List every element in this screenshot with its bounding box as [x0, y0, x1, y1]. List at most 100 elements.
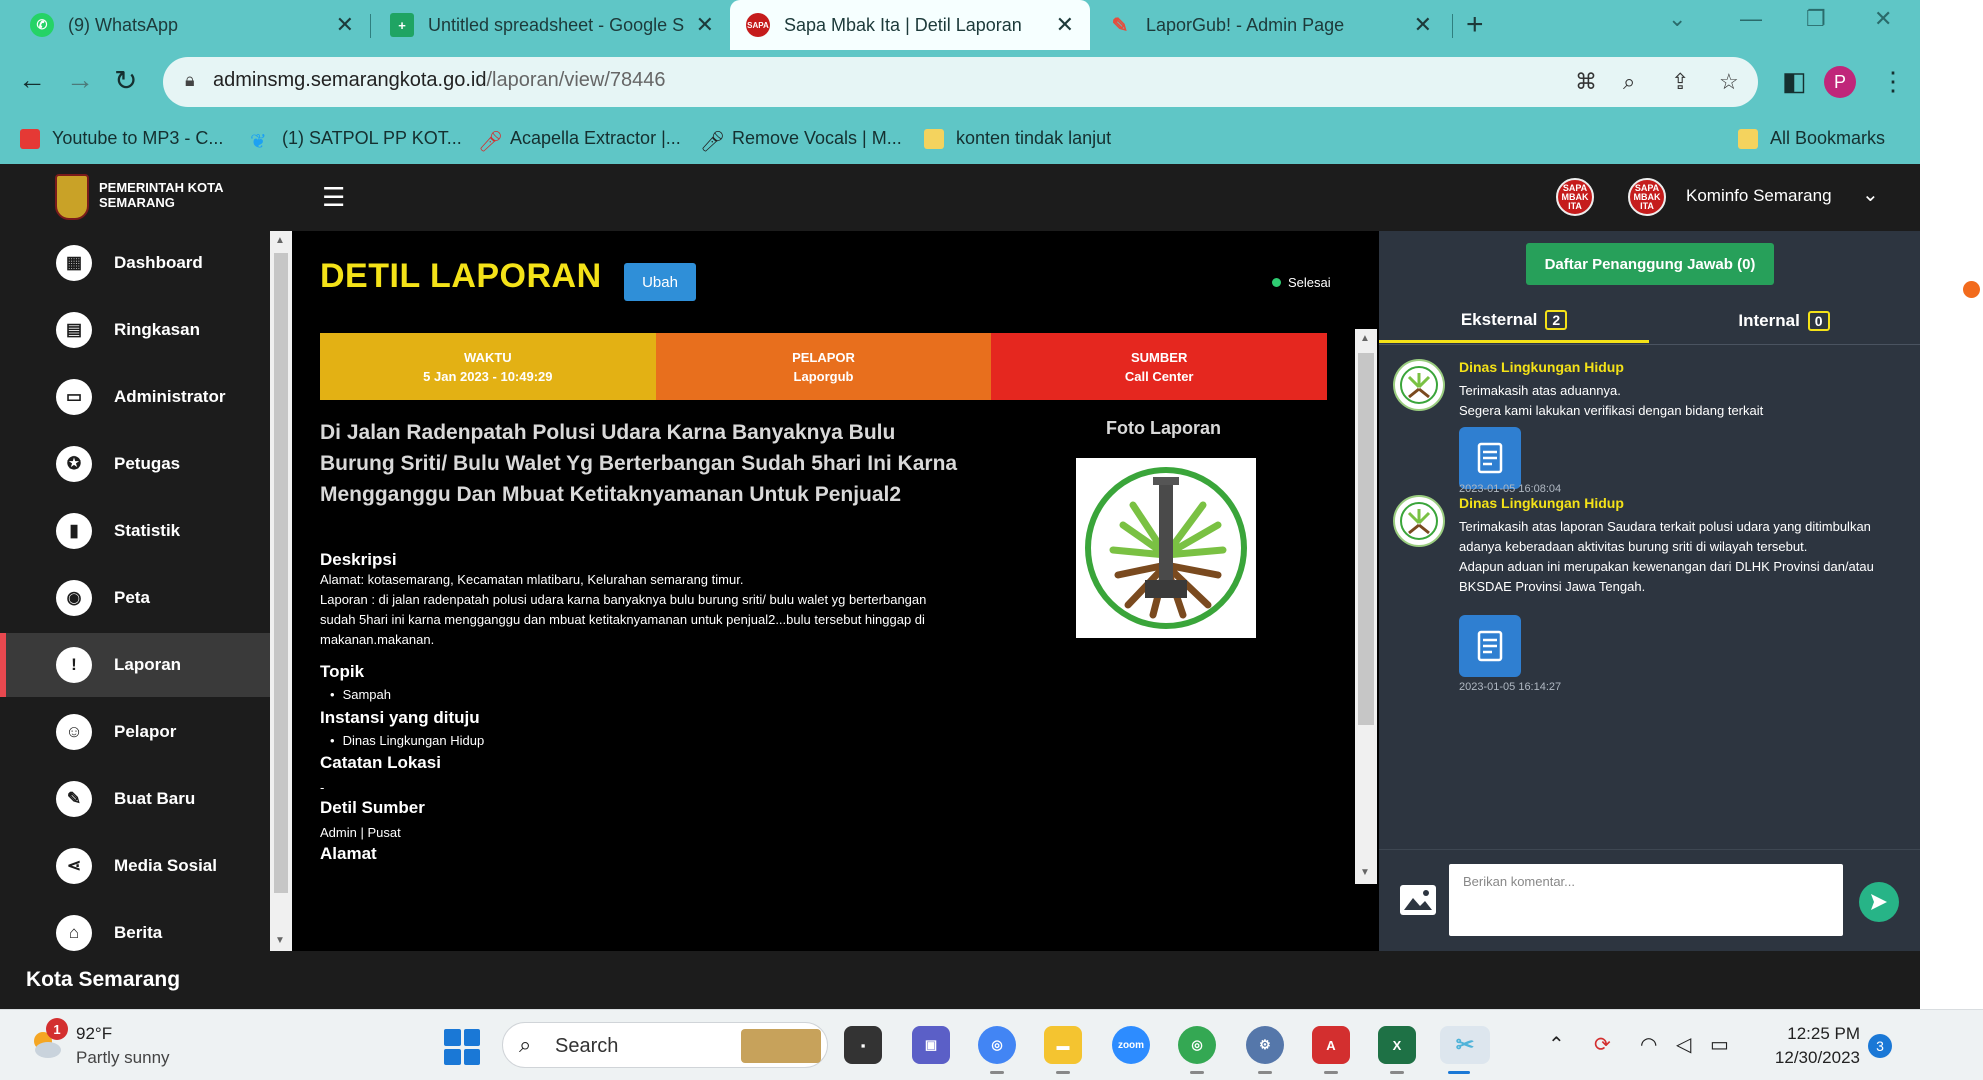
close-icon[interactable]: ✕ [1414, 12, 1432, 38]
menu-kebab-icon[interactable]: ⋮ [1880, 66, 1906, 97]
user-name[interactable]: Kominfo Semarang [1686, 186, 1832, 206]
main-scrollbar[interactable]: ▲ ▼ [1355, 329, 1377, 884]
acrobat-app-icon[interactable]: A [1312, 1026, 1350, 1074]
send-button[interactable] [1859, 882, 1899, 922]
whatsapp-icon: ✆ [30, 13, 54, 37]
clock-date[interactable]: 12/30/2023 [1758, 1048, 1860, 1068]
sync-icon[interactable]: ⟳ [1594, 1032, 1611, 1057]
edit-button[interactable]: Ubah [624, 263, 696, 301]
windows-taskbar: 1 92°F Partly sunny ⌕ Search ▪ ▣ ◎ ▬ zoo… [0, 1009, 1983, 1080]
pencil-icon: ✎ [56, 781, 92, 817]
new-tab-icon[interactable]: + [1466, 8, 1484, 42]
chevron-up-icon[interactable]: ⌃ [1548, 1032, 1565, 1057]
sidebar-item-media-sosial[interactable]: ⋖ Media Sosial [0, 834, 270, 898]
sidebar-item-dashboard[interactable]: ▦ Dashboard [0, 231, 270, 295]
sidebar-item-buat-baru[interactable]: ✎ Buat Baru [0, 767, 270, 831]
foto-heading: Foto Laporan [1106, 418, 1221, 438]
chrome-profile-app-icon[interactable]: ◎ [1178, 1026, 1216, 1074]
download-bookmark-icon [20, 128, 40, 149]
sidebar-item-peta[interactable]: ◉ Peta [0, 566, 270, 630]
message-body: Terimakasih atas laporan Saudara terkait… [1459, 517, 1907, 597]
tab-laporgub[interactable]: ✎ LaporGub! - Admin Page ✕ [1092, 0, 1448, 50]
message-line: Terimakasih atas laporan Saudara terkait… [1459, 519, 1871, 554]
side-panel-icon[interactable]: ◧ [1782, 66, 1807, 97]
comment-input[interactable] [1449, 864, 1843, 936]
bookmark-star-icon[interactable]: ☆ [1719, 69, 1739, 95]
snipping-tool-app-icon[interactable]: ✂ [1440, 1026, 1490, 1074]
image-upload-icon[interactable] [1399, 884, 1437, 916]
share-icon[interactable]: ⇪ [1671, 69, 1689, 95]
report-meta-strip: WAKTU 5 Jan 2023 - 10:49:29 PELAPOR Lapo… [320, 333, 1328, 400]
tab-internal[interactable]: Internal 0 [1649, 299, 1919, 343]
bookmark-label: konten tindak lanjut [956, 128, 1112, 148]
bookmark-remove-vocals[interactable]: 🎤︎ Remove Vocals | M... [700, 128, 902, 153]
footer-text: Kota Semarang [26, 968, 181, 991]
scroll-up-icon[interactable]: ▲ [1360, 333, 1370, 344]
scroll-down-icon[interactable]: ▼ [275, 935, 285, 946]
weather-temp[interactable]: 92°F [76, 1024, 112, 1044]
chevron-down-icon[interactable]: ⌄ [1862, 182, 1879, 207]
close-icon[interactable]: ✕ [696, 12, 714, 38]
report-photo[interactable] [1076, 458, 1256, 638]
close-icon[interactable]: ✕ [1056, 12, 1074, 38]
zoom-app-icon[interactable]: zoom [1112, 1026, 1150, 1064]
weather-condition[interactable]: Partly sunny [76, 1048, 170, 1068]
calendar-icon: ▤ [56, 312, 92, 348]
user-avatar[interactable]: SAPA MBAK ITA [1628, 178, 1666, 216]
scroll-thumb[interactable] [274, 253, 288, 893]
sidebar-scrollbar[interactable]: ▲ ▼ [270, 231, 292, 951]
reload-icon[interactable]: ↻ [114, 64, 137, 97]
sidebar-item-ringkasan[interactable]: ▤ Ringkasan [0, 298, 270, 362]
bookmark-acapella[interactable]: 🎤︎ Acapella Extractor |... [478, 128, 681, 153]
tab-sapa-mbak-ita[interactable]: SAPA Sapa Mbak Ita | Detil Laporan ✕ [730, 0, 1090, 50]
status-dot [1272, 278, 1281, 287]
bookmark-satpol-pp[interactable]: ❦ (1) SATPOL PP KOT... [250, 128, 462, 153]
wifi-icon[interactable]: ◠ [1640, 1032, 1657, 1057]
sidebar-item-administrator[interactable]: ▭ Administrator [0, 365, 270, 429]
notification-badge[interactable]: 3 [1868, 1034, 1892, 1058]
bookmark-youtube-mp3[interactable]: Youtube to MP3 - C... [20, 128, 223, 149]
sidebar-item-statistik[interactable]: ▮ Statistik [0, 499, 270, 563]
file-explorer-app-icon[interactable]: ▬ [1044, 1026, 1082, 1074]
scroll-down-icon[interactable]: ▼ [1360, 867, 1370, 878]
tab-whatsapp[interactable]: ✆ (9) WhatsApp ✕ [14, 0, 370, 50]
terminal-app-icon[interactable]: ▪ [844, 1026, 882, 1064]
forward-icon[interactable]: → [66, 64, 94, 96]
profile-avatar[interactable]: P [1824, 66, 1856, 98]
excel-app-icon[interactable]: X [1378, 1026, 1416, 1074]
meet-app-icon[interactable]: ▣ [912, 1026, 950, 1064]
close-window-icon[interactable]: ✕ [1874, 6, 1892, 32]
sidebar-item-laporan[interactable]: ! Laporan [0, 633, 270, 697]
settings-app-icon[interactable]: ⚙ [1246, 1026, 1284, 1074]
deskripsi-alamat: Alamat: kotasemarang, Kecamatan mlatibar… [320, 572, 744, 587]
clock-time[interactable]: 12:25 PM [1780, 1024, 1860, 1044]
back-icon[interactable]: ← [18, 64, 46, 96]
taskbar-search[interactable]: ⌕ Search [502, 1022, 828, 1068]
close-icon[interactable]: ✕ [336, 12, 354, 38]
translate-icon[interactable]: ⌘ [1575, 69, 1597, 95]
tab-spreadsheet[interactable]: + Untitled spreadsheet - Google S ✕ [374, 0, 730, 50]
scroll-up-icon[interactable]: ▲ [275, 235, 285, 246]
battery-icon[interactable]: ▭ [1710, 1032, 1729, 1057]
minimize-icon[interactable]: — [1740, 6, 1762, 32]
restore-icon[interactable]: ❐ [1806, 6, 1826, 32]
address-bar[interactable]: 🔒︎ adminsmg.semarangkota.go.id/laporan/v… [163, 57, 1758, 107]
twitter-icon: ❦ [250, 130, 267, 153]
all-bookmarks[interactable]: All Bookmarks [1738, 128, 1885, 149]
tab-eksternal[interactable]: Eksternal 2 [1379, 299, 1649, 343]
scroll-thumb[interactable] [1358, 353, 1374, 725]
sidebar-item-pelapor[interactable]: ☺ Pelapor [0, 700, 270, 764]
hamburger-menu-icon[interactable]: ☰ [322, 182, 345, 213]
volume-icon[interactable]: ◁ [1676, 1032, 1691, 1057]
bookmark-label: All Bookmarks [1770, 128, 1886, 148]
tab-search-icon[interactable]: ⌄ [1668, 6, 1686, 32]
bookmark-konten[interactable]: konten tindak lanjut [924, 128, 1111, 149]
windows-start-icon[interactable] [444, 1029, 480, 1065]
document-attachment-icon[interactable] [1459, 427, 1521, 489]
daftar-penanggung-jawab-button[interactable]: Daftar Penanggung Jawab (0) [1526, 243, 1774, 285]
sidebar-item-petugas[interactable]: ✪ Petugas [0, 432, 270, 496]
chrome-app-icon[interactable]: ◎ [978, 1026, 1016, 1074]
indicator-dot [1963, 281, 1980, 298]
document-attachment-icon[interactable] [1459, 615, 1521, 677]
zoom-icon[interactable]: ⌕ [1623, 69, 1635, 95]
